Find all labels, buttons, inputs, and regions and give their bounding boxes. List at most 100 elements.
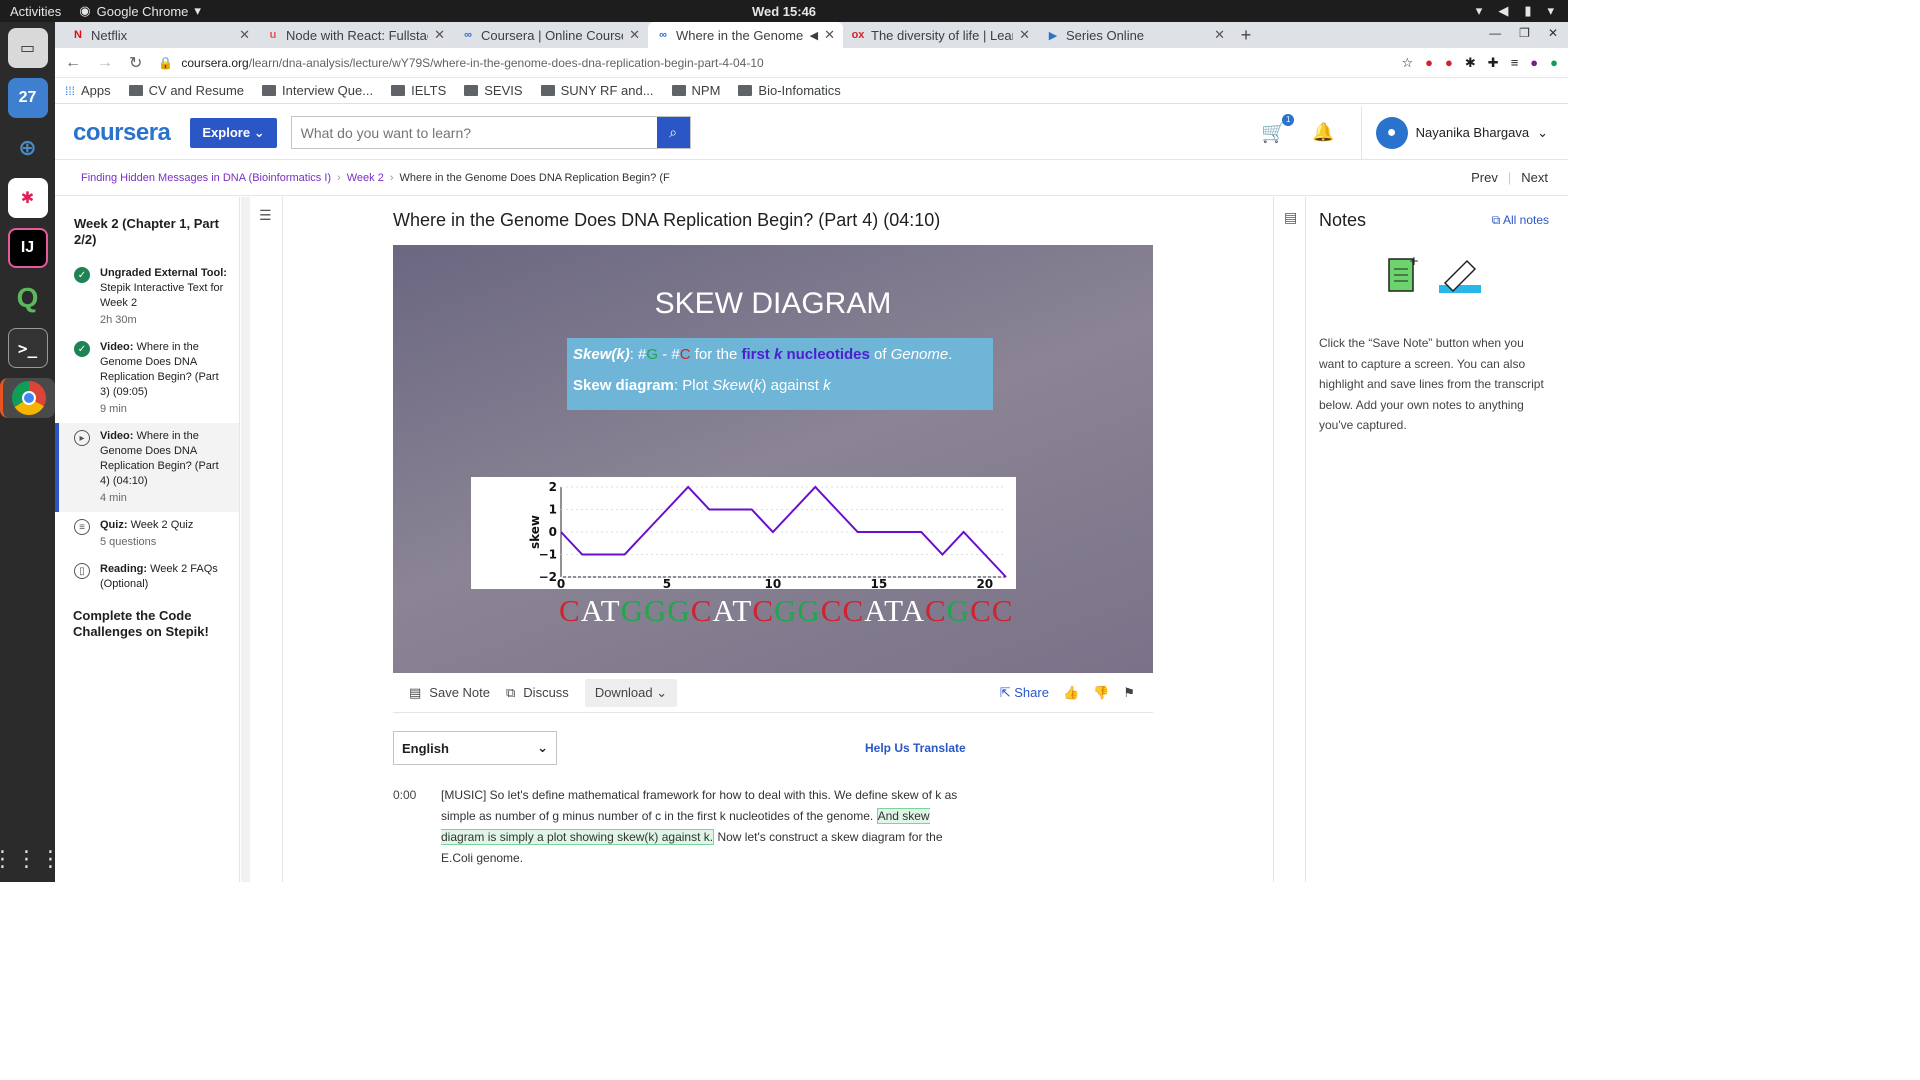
sidebar-item-quiz[interactable]: ≡ Quiz: Week 2 Quiz 5 questions bbox=[55, 512, 239, 556]
explore-button[interactable]: Explore ⌄ bbox=[190, 117, 277, 148]
share-icon: ⇱ bbox=[999, 684, 1011, 700]
files-icon[interactable]: ▭ bbox=[7, 28, 48, 68]
transcript-timestamp[interactable]: 0:00 bbox=[393, 785, 416, 869]
nucleotide-letter: G bbox=[620, 593, 644, 628]
forward-icon[interactable]: → bbox=[97, 54, 113, 72]
download-button[interactable]: Download ⌄ bbox=[584, 678, 678, 707]
video-player[interactable]: SKEW DIAGRAM Skew(k): #G - #C for the fi… bbox=[393, 245, 1153, 673]
queue-icon[interactable]: ≡ bbox=[1511, 55, 1519, 71]
search-button[interactable]: ⌕ bbox=[656, 117, 690, 148]
sidebar-scrollbar[interactable] bbox=[241, 197, 250, 882]
bookmark-folder[interactable]: NPM bbox=[671, 83, 720, 98]
breadcrumb-week[interactable]: Week 2 bbox=[347, 172, 384, 184]
close-icon[interactable]: ✕ bbox=[824, 27, 835, 43]
check-icon: ✓ bbox=[74, 341, 90, 357]
cart-button[interactable]: 🛒 1 bbox=[1261, 114, 1295, 145]
play-icon: ▶ bbox=[1048, 29, 1058, 42]
transcript: 0:00 [MUSIC] So let's define mathematica… bbox=[393, 785, 1153, 869]
stepik-cta[interactable]: Complete the Code Challenges on Stepik! bbox=[73, 608, 221, 640]
outline-toggle[interactable]: ☰ bbox=[251, 197, 283, 882]
close-icon[interactable]: ✕ bbox=[629, 27, 640, 43]
intellij-icon[interactable]: IJ bbox=[7, 228, 48, 268]
extensions-area: ☆ ● ● ✱ ✚ ≡ ● ● bbox=[1402, 55, 1559, 71]
quiz-icon: ≡ bbox=[74, 519, 90, 535]
next-button[interactable]: Next bbox=[1521, 170, 1548, 185]
clock[interactable]: Wed 15:46 bbox=[752, 4, 816, 19]
reload-icon[interactable]: ↻ bbox=[129, 53, 142, 73]
calendar-icon[interactable]: 27 bbox=[7, 78, 48, 118]
sidebar-item-video-part4[interactable]: ▸ Video: Where in the Genome Does DNA Re… bbox=[55, 423, 239, 512]
y-axis-label: skew bbox=[528, 515, 542, 549]
highlighter-icon bbox=[1439, 259, 1481, 293]
app-menu[interactable]: ◉ Google Chrome ▾ bbox=[79, 3, 201, 19]
bookmark-folder[interactable]: SEVIS bbox=[464, 83, 523, 98]
update-icon[interactable]: ● bbox=[1550, 55, 1558, 71]
sidebar-item-reading[interactable]: ▯ Reading: Week 2 FAQs (Optional) bbox=[55, 556, 239, 598]
minimize-icon[interactable]: — bbox=[1489, 26, 1501, 40]
discuss-button[interactable]: ⧉ Discuss bbox=[506, 685, 569, 701]
transcript-text[interactable]: [MUSIC] So let's define mathematical fra… bbox=[441, 785, 961, 869]
thumbs-down-icon[interactable]: 👎 bbox=[1093, 685, 1109, 701]
save-note-button[interactable]: ▤ Save Note bbox=[409, 685, 490, 701]
nucleotide-letter: G bbox=[643, 593, 668, 628]
share-button[interactable]: ⇱ Share bbox=[1000, 685, 1049, 701]
adblock-icon[interactable]: ● bbox=[1425, 55, 1433, 71]
puzzle-icon[interactable]: ✚ bbox=[1488, 55, 1499, 71]
system-tray[interactable]: ▾ ◀ ▮ ▾ bbox=[1476, 3, 1554, 19]
coursera-logo[interactable]: coursera bbox=[73, 119, 171, 147]
nucleotide-letter: G bbox=[946, 593, 971, 628]
search-input[interactable] bbox=[291, 117, 657, 148]
close-icon[interactable]: ✕ bbox=[434, 27, 445, 43]
activities-button[interactable]: Activities bbox=[10, 4, 61, 19]
bookmark-folder[interactable]: Interview Que... bbox=[262, 83, 373, 98]
close-window-icon[interactable]: ✕ bbox=[1548, 26, 1558, 40]
close-icon[interactable]: ✕ bbox=[1019, 27, 1030, 43]
folder-icon bbox=[391, 85, 406, 96]
bookmark-folder[interactable]: Bio-Infomatics bbox=[738, 83, 841, 98]
tab-netflix[interactable]: N Netflix ✕ bbox=[63, 22, 258, 48]
thumbs-up-icon[interactable]: 👍 bbox=[1063, 685, 1079, 701]
bookmark-folder[interactable]: IELTS bbox=[391, 83, 446, 98]
chevron-down-icon: ⌄ bbox=[253, 124, 265, 140]
bookmark-folder[interactable]: SUNY RF and... bbox=[540, 83, 654, 98]
bookmark-folder[interactable]: CV and Resume bbox=[128, 83, 244, 98]
flag-icon[interactable]: ⚑ bbox=[1123, 685, 1135, 701]
close-icon[interactable]: ✕ bbox=[1214, 27, 1225, 43]
new-tab-button[interactable]: + bbox=[1233, 22, 1259, 48]
star-icon[interactable]: ☆ bbox=[1402, 55, 1414, 71]
address-bar[interactable]: 🔒 coursera.org/learn/dna-analysis/lecture… bbox=[158, 56, 1385, 70]
bell-icon[interactable]: 🔔 bbox=[1312, 122, 1334, 143]
tab-coursera[interactable]: ∞ Coursera | Online Courses ✕ bbox=[453, 22, 648, 48]
tab-udemy[interactable]: u Node with React: Fullstac ✕ bbox=[258, 22, 453, 48]
breadcrumb-course[interactable]: Finding Hidden Messages in DNA (Bioinfor… bbox=[81, 172, 331, 184]
y-tick-label: −2 bbox=[539, 570, 557, 584]
back-icon[interactable]: ← bbox=[65, 54, 81, 72]
bug-icon[interactable]: ✱ bbox=[1465, 55, 1476, 71]
tab-edx[interactable]: ox The diversity of life | Learn ✕ bbox=[843, 22, 1038, 48]
qgis-icon[interactable]: Q bbox=[8, 278, 48, 318]
chrome-dock-icon[interactable] bbox=[0, 378, 55, 418]
user-menu[interactable]: ● Nayanika Bhargava ⌄ bbox=[1360, 105, 1548, 160]
bookmark-apps[interactable]: ⁞⁞⁞ Apps bbox=[65, 83, 111, 98]
profile-icon[interactable]: ● bbox=[1530, 55, 1538, 71]
slack-icon[interactable]: ✱ bbox=[7, 178, 48, 218]
close-icon[interactable]: ✕ bbox=[239, 27, 250, 43]
audio-playing-icon[interactable]: ◀ bbox=[810, 29, 818, 42]
dna-sequence: CATGGGCATCGGCCATACGCC bbox=[559, 593, 1013, 629]
extension-red-icon[interactable]: ● bbox=[1445, 55, 1453, 71]
notes-toggle[interactable]: ▤ bbox=[1274, 197, 1306, 882]
help-translate-link[interactable]: Help Us Translate bbox=[865, 741, 966, 755]
maximize-icon[interactable]: ❐ bbox=[1519, 26, 1530, 40]
tab-current-lecture[interactable]: ∞ Where in the Genome ◀ ✕ bbox=[648, 22, 843, 48]
language-select[interactable]: English ⌄ bbox=[393, 731, 557, 765]
tab-series-online[interactable]: ▶ Series Online ✕ bbox=[1038, 22, 1233, 48]
skew-definition: Skew(k): #G - #C for the first k nucleot… bbox=[573, 346, 953, 363]
prev-button[interactable]: Prev bbox=[1471, 170, 1498, 185]
terminal-icon[interactable]: >_ bbox=[7, 328, 48, 368]
all-notes-link[interactable]: ⧉ All notes bbox=[1492, 213, 1549, 228]
show-apps-icon[interactable]: ⋮⋮⋮ bbox=[0, 846, 64, 872]
sidebar-item-video-part3[interactable]: ✓ Video: Where in the Genome Does DNA Re… bbox=[55, 334, 239, 423]
skew-plot: 2 1 0 −1 −2 0 5 10 15 20 skew bbox=[471, 477, 1016, 591]
postgres-icon[interactable]: ⊕ bbox=[7, 128, 48, 168]
sidebar-item-stepik[interactable]: ✓ Ungraded External Tool: Stepik Interac… bbox=[55, 260, 239, 334]
